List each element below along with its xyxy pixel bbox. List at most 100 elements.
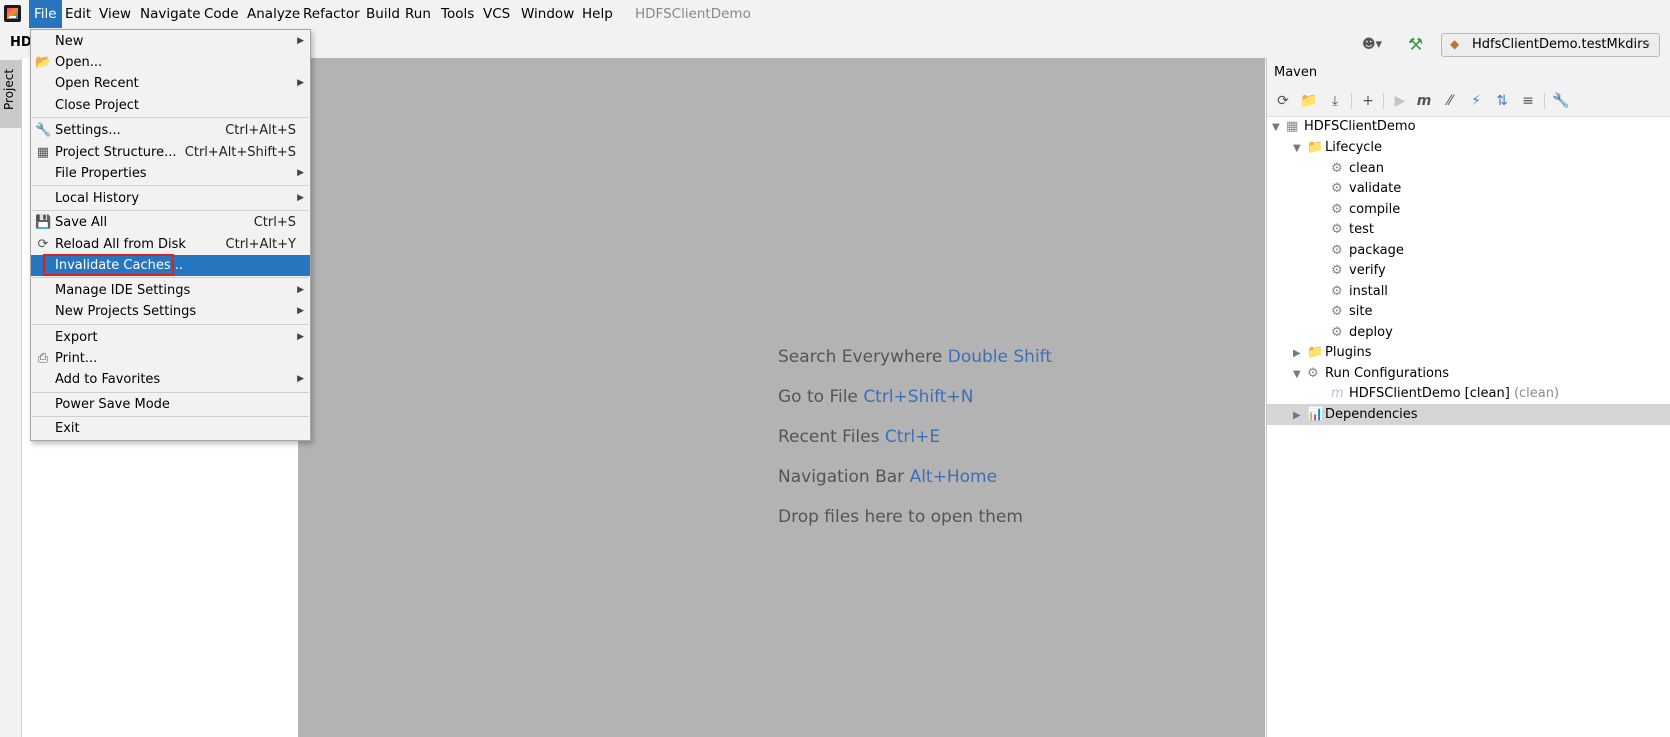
hint-text: Go to File — [778, 387, 858, 407]
project-structure-icon: ▦ — [36, 145, 50, 160]
menu-run[interactable]: Run — [400, 0, 436, 28]
intellij-logo-icon — [4, 5, 21, 22]
hint-shortcut: Alt+Home — [909, 467, 998, 487]
reload-icon[interactable]: ⟳ — [1273, 91, 1293, 111]
show-dependencies-icon[interactable]: ⇅ — [1492, 91, 1512, 111]
menu-item-open-recent[interactable]: Open Recent ▶ — [31, 73, 310, 94]
tree-node-goal[interactable]: ⚙ test — [1331, 219, 1374, 240]
hint-recent-files: Recent Files Ctrl+E — [778, 427, 940, 447]
menu-refactor[interactable]: Refactor — [298, 0, 365, 28]
menu-file[interactable]: File — [29, 0, 62, 28]
menu-vcs[interactable]: VCS — [478, 0, 515, 28]
submenu-arrow-icon: ▶ — [297, 36, 304, 46]
menu-code[interactable]: Code — [199, 0, 244, 28]
tree-node-lifecycle[interactable]: ▼ 📁 Lifecycle — [1293, 137, 1382, 158]
toggle-offline-icon[interactable]: ⁄⁄ — [1440, 91, 1460, 111]
menu-item-add-to-favorites[interactable]: Add to Favorites ▶ — [31, 369, 310, 390]
chevron-down-icon: ▼ — [1293, 369, 1301, 380]
maven-title: Maven — [1274, 65, 1318, 80]
lifecycle-folder-icon: 📁 — [1307, 140, 1324, 155]
run-config-label: HdfsClientDemo.testMkdirs — [1472, 37, 1650, 52]
user-account-icon[interactable]: ☻▾ — [1362, 37, 1388, 55]
gear-icon: ⚙ — [1331, 243, 1343, 258]
node-label: package — [1349, 243, 1404, 258]
tree-node-goal[interactable]: ⚙ package — [1331, 240, 1404, 261]
menu-item-power-save-mode[interactable]: Power Save Mode — [31, 394, 310, 415]
menu-item-save-all[interactable]: 💾 Save All Ctrl+S — [31, 212, 310, 233]
menu-item-local-history[interactable]: Local History ▶ — [31, 188, 310, 209]
menu-item-open[interactable]: 📂 Open... — [31, 52, 310, 73]
hint-drop-files: Drop files here to open them — [778, 507, 1023, 527]
chevron-down-icon: ▼ — [1272, 122, 1280, 133]
build-hammer-icon[interactable]: ⚒ — [1408, 35, 1426, 55]
menu-item-reload-all[interactable]: ⟳ Reload All from Disk Ctrl+Alt+Y — [31, 234, 310, 255]
add-icon[interactable]: + — [1358, 91, 1378, 111]
tree-node-goal[interactable]: ⚙ site — [1331, 301, 1372, 322]
tree-node-goal[interactable]: ⚙ install — [1331, 281, 1388, 302]
collapse-all-icon[interactable]: ≡ — [1518, 91, 1538, 111]
editor-area[interactable]: Search Everywhere Double Shift Go to Fil… — [298, 58, 1265, 737]
gear-icon: ⚙ — [1331, 284, 1343, 299]
tool-tab-project[interactable]: Project — [0, 60, 21, 128]
execute-goal-icon[interactable]: m — [1414, 91, 1434, 111]
node-detail: (clean) — [1513, 386, 1560, 401]
node-label: verify — [1349, 263, 1386, 278]
gear-icon: ⚙ — [1331, 202, 1343, 217]
gear-icon: ⚙ — [1331, 263, 1343, 278]
tree-node-goal[interactable]: ⚙ validate — [1331, 178, 1401, 199]
hint-shortcut: Double Shift — [947, 347, 1053, 367]
plugins-folder-icon: 📁 — [1307, 345, 1324, 360]
node-label: Lifecycle — [1325, 140, 1383, 155]
menu-item-project-structure[interactable]: ▦ Project Structure... Ctrl+Alt+Shift+S — [31, 142, 310, 163]
watermark: CSDN @cutercorley — [1420, 663, 1587, 683]
submenu-arrow-icon: ▶ — [297, 332, 304, 342]
gear-icon: ⚙ — [1331, 222, 1343, 237]
download-icon[interactable]: ⤓ — [1325, 91, 1345, 111]
tree-node-goal[interactable]: ⚙ verify — [1331, 260, 1386, 281]
run-icon[interactable]: ▶ — [1390, 91, 1410, 111]
tree-node-project[interactable]: ▼ ▦ HDFSClientDemo — [1272, 116, 1416, 137]
tree-node-goal[interactable]: ⚙ clean — [1331, 158, 1384, 179]
menu-analyze[interactable]: Analyze — [242, 0, 305, 28]
hint-shortcut: Ctrl+Shift+N — [863, 387, 974, 407]
menu-item-settings[interactable]: 🔧 Settings... Ctrl+Alt+S — [31, 120, 310, 141]
breadcrumb[interactable]: HD — [10, 35, 32, 50]
node-label: HDFSClientDemo [clean] — [1349, 386, 1510, 401]
generate-sources-icon[interactable]: 📁 — [1299, 91, 1319, 111]
submenu-arrow-icon: ▶ — [297, 78, 304, 88]
menu-help[interactable]: Help — [577, 0, 618, 28]
node-label: site — [1349, 304, 1373, 319]
tree-node-goal[interactable]: ⚙ deploy — [1331, 322, 1393, 343]
menu-build[interactable]: Build — [361, 0, 405, 28]
hint-text: Navigation Bar — [778, 467, 905, 487]
run-configuration-selector[interactable]: ◆ HdfsClientDemo.testMkdirs ⌄ — [1441, 33, 1660, 57]
tree-node-run-configurations[interactable]: ▼ ⚙ Run Configurations — [1293, 363, 1449, 384]
menu-tools[interactable]: Tools — [436, 0, 479, 28]
hint-text: Drop files here to open them — [778, 507, 1023, 527]
menu-item-new[interactable]: New ▶ — [31, 31, 310, 52]
menu-item-close-project[interactable]: Close Project — [31, 95, 310, 116]
menu-item-print[interactable]: ⎙ Print... — [31, 348, 310, 369]
submenu-arrow-icon: ▶ — [297, 193, 304, 203]
menu-item-export[interactable]: Export ▶ — [31, 327, 310, 348]
wrench-settings-icon[interactable]: 🔧 — [1551, 91, 1571, 111]
gear-icon: ⚙ — [1307, 366, 1319, 381]
menu-view[interactable]: View — [94, 0, 136, 28]
node-label: Run Configurations — [1325, 366, 1449, 381]
tree-node-goal[interactable]: ⚙ compile — [1331, 199, 1400, 220]
printer-icon: ⎙ — [37, 351, 49, 366]
menu-edit[interactable]: Edit — [60, 0, 96, 28]
tree-node-plugins[interactable]: ▶ 📁 Plugins — [1293, 342, 1372, 363]
menu-item-exit[interactable]: Exit — [31, 418, 310, 439]
gear-icon: ⚙ — [1331, 161, 1343, 176]
tree-node-run-config-item[interactable]: m HDFSClientDemo [clean] (clean) — [1331, 383, 1559, 404]
dependencies-icon: 📊 — [1307, 407, 1324, 422]
run-config-icon: ◆ — [1450, 37, 1460, 51]
skip-tests-icon[interactable]: ⚡ — [1466, 91, 1486, 111]
menu-window[interactable]: Window — [516, 0, 579, 28]
menu-item-file-properties[interactable]: File Properties ▶ — [31, 163, 310, 184]
menu-navigate[interactable]: Navigate — [135, 0, 206, 28]
tree-node-dependencies[interactable]: ▶ 📊 Dependencies — [1293, 404, 1418, 425]
menu-item-new-projects-settings[interactable]: New Projects Settings ▶ — [31, 301, 310, 322]
menu-item-manage-ide-settings[interactable]: Manage IDE Settings ▶ — [31, 280, 310, 301]
